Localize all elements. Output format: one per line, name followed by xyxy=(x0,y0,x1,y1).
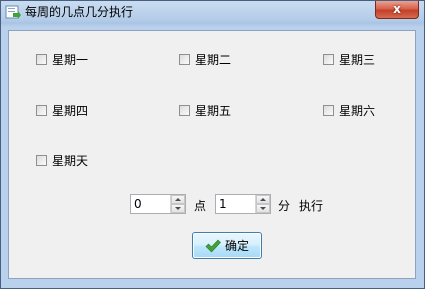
dialog-window: 每周的几点几分执行 x 星期一 星期二 星期三 星期四 星期五 星期六 星期天 … xyxy=(0,0,425,289)
hour-unit-label: 点 xyxy=(194,199,207,213)
hour-value[interactable]: 0 xyxy=(134,197,142,211)
checkbox-thursday[interactable]: 星期四 xyxy=(36,102,88,118)
app-icon xyxy=(5,4,21,20)
checkbox-wednesday[interactable]: 星期三 xyxy=(323,51,375,67)
spin-down-icon[interactable] xyxy=(171,204,185,213)
checkbox-label: 星期六 xyxy=(339,103,376,118)
ok-button[interactable]: 确定 xyxy=(192,232,262,259)
checkbox-box[interactable] xyxy=(323,53,334,65)
checkbox-box[interactable] xyxy=(36,53,47,65)
execute-label: 执行 xyxy=(299,199,324,213)
checkbox-box[interactable] xyxy=(179,53,190,65)
minute-spinner[interactable]: 1 xyxy=(215,194,271,214)
checkbox-saturday[interactable]: 星期六 xyxy=(323,102,375,118)
checkbox-sunday[interactable]: 星期天 xyxy=(36,152,88,168)
dialog-body: 星期一 星期二 星期三 星期四 星期五 星期六 星期天 0 点 1 分 执行 确… xyxy=(8,30,416,279)
checkbox-box[interactable] xyxy=(179,104,190,116)
spin-up-icon[interactable] xyxy=(171,195,185,204)
minute-spin-buttons xyxy=(255,195,270,213)
checkbox-monday[interactable]: 星期一 xyxy=(36,51,88,67)
check-icon xyxy=(205,239,221,252)
checkbox-label: 星期天 xyxy=(52,153,89,168)
checkbox-friday[interactable]: 星期五 xyxy=(179,102,231,118)
checkbox-box[interactable] xyxy=(36,104,47,116)
hour-spinner[interactable]: 0 xyxy=(130,194,186,214)
close-button[interactable]: x xyxy=(375,1,419,19)
spin-down-icon[interactable] xyxy=(256,204,270,213)
ok-button-label: 确定 xyxy=(224,239,249,253)
checkbox-label: 星期四 xyxy=(52,103,89,118)
spin-up-icon[interactable] xyxy=(256,195,270,204)
checkbox-box[interactable] xyxy=(36,154,47,166)
checkbox-label: 星期一 xyxy=(52,52,89,67)
minute-unit-label: 分 xyxy=(278,199,291,213)
checkbox-box[interactable] xyxy=(323,104,334,116)
checkbox-label: 星期五 xyxy=(195,103,232,118)
hour-spin-buttons xyxy=(170,195,185,213)
checkbox-label: 星期二 xyxy=(195,52,232,67)
checkbox-label: 星期三 xyxy=(339,52,376,67)
checkbox-tuesday[interactable]: 星期二 xyxy=(179,51,231,67)
minute-value[interactable]: 1 xyxy=(219,197,227,211)
title-bar[interactable]: 每周的几点几分执行 x xyxy=(1,1,424,23)
window-title: 每周的几点几分执行 xyxy=(25,5,134,19)
